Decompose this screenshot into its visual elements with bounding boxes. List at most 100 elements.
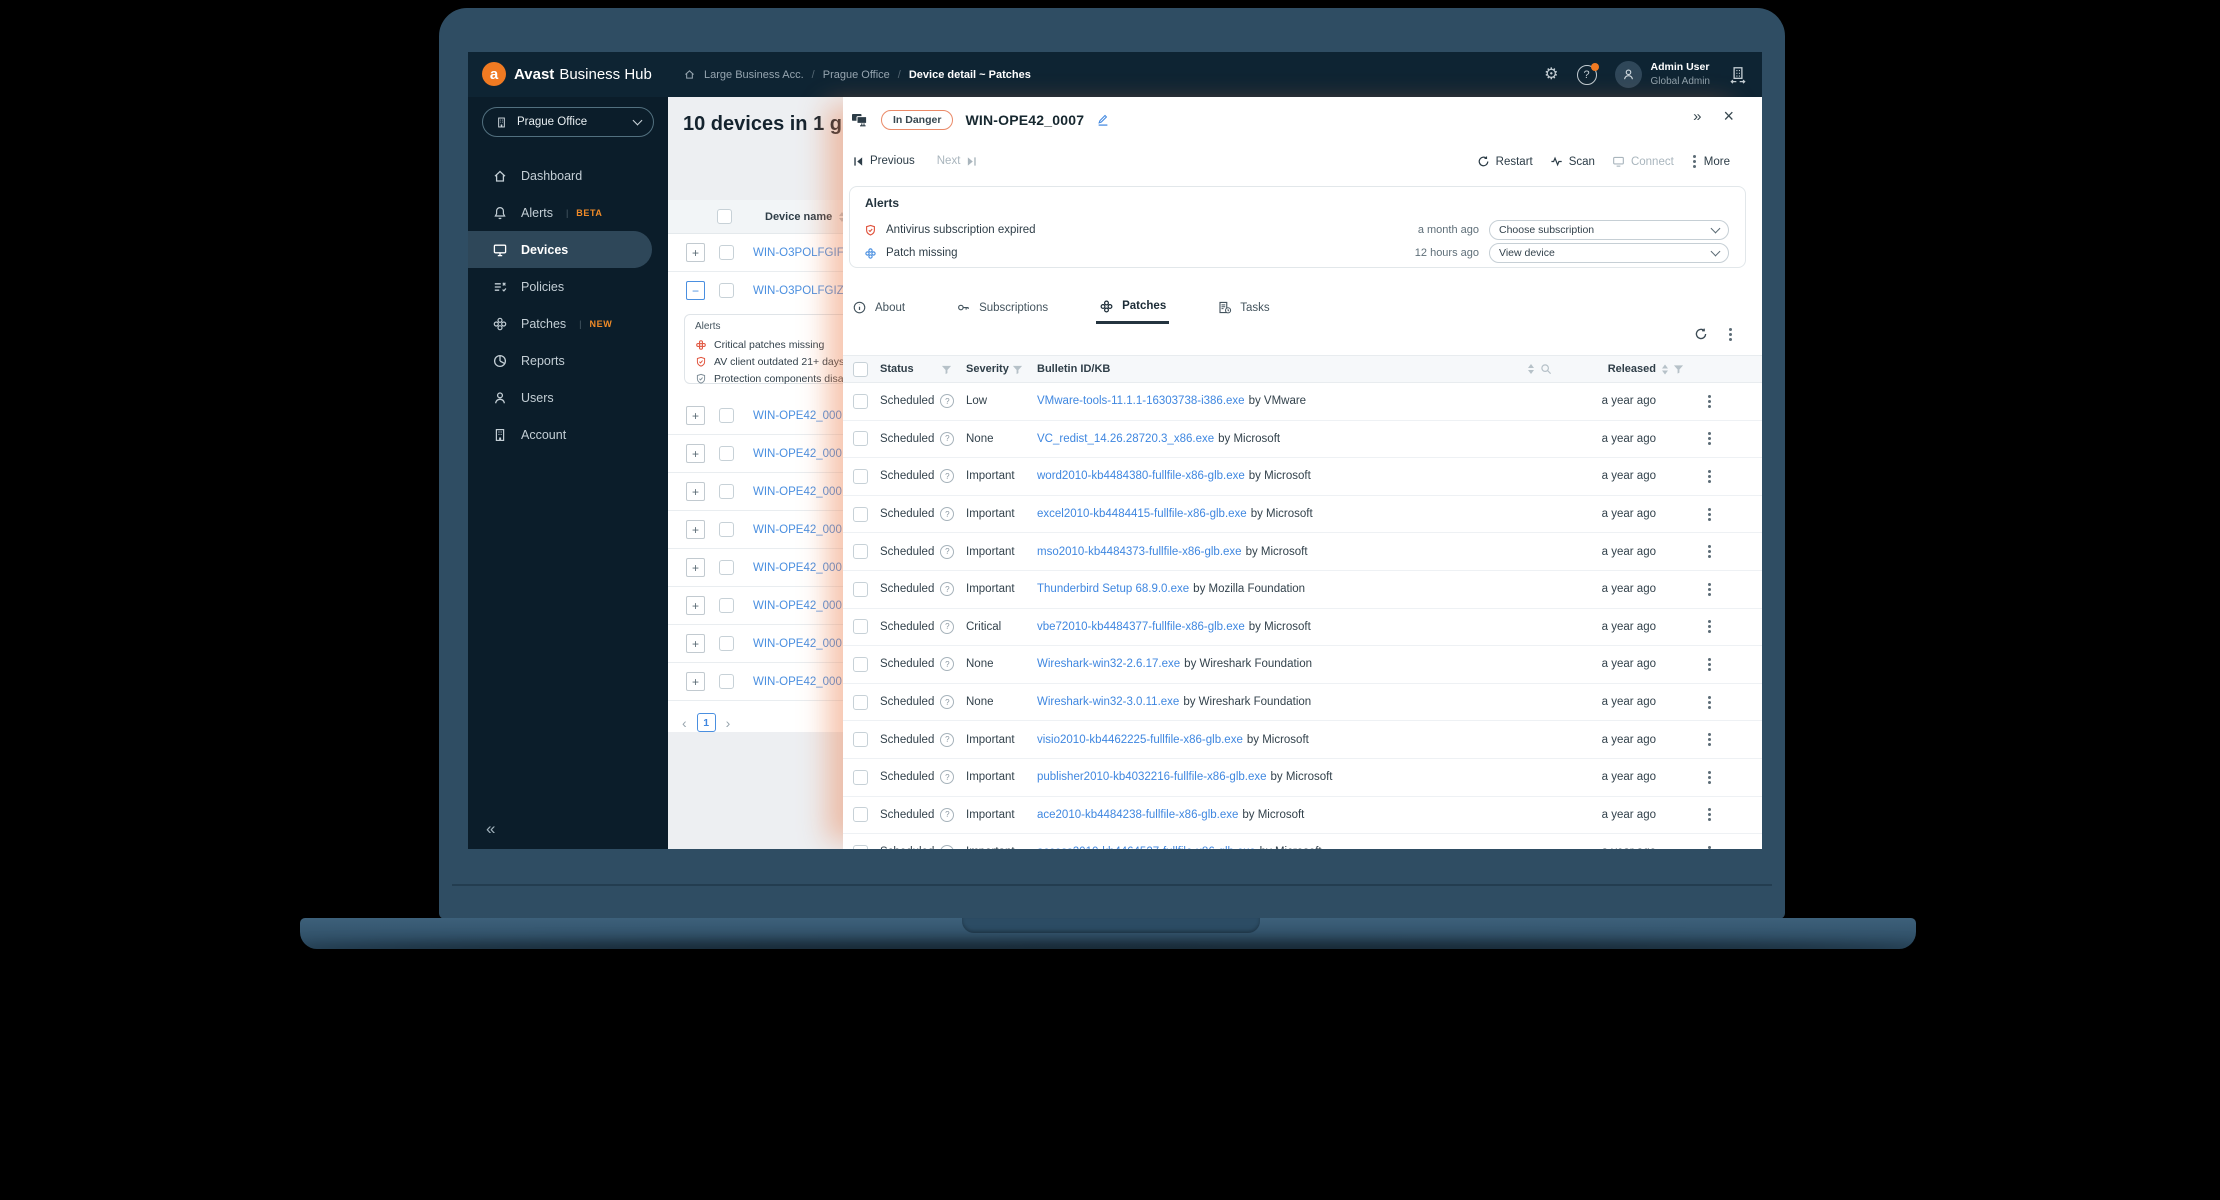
select-all-checkbox[interactable] (717, 209, 732, 224)
row-checkbox[interactable] (719, 598, 734, 613)
sidebar-item[interactable]: Reports (468, 342, 668, 379)
expand-button[interactable]: + (686, 444, 705, 463)
row-checkbox[interactable] (719, 446, 734, 461)
row-menu-icon[interactable] (1707, 587, 1711, 591)
device-link[interactable]: WIN-OPE42_000 (753, 562, 842, 574)
row-checkbox[interactable] (719, 636, 734, 651)
sidebar-item[interactable]: Policies (468, 268, 668, 305)
row-menu-icon[interactable] (1707, 474, 1711, 478)
row-checkbox[interactable] (853, 732, 868, 748)
row-checkbox[interactable] (853, 694, 868, 710)
device-link[interactable]: WIN-OPE42_000 (753, 600, 842, 612)
collapse-button[interactable]: − (686, 281, 705, 300)
row-checkbox[interactable] (853, 656, 868, 672)
patch-row[interactable]: Scheduled ? Important word2010-kb4484380… (843, 458, 1762, 496)
help-icon[interactable]: ? (1576, 62, 1599, 85)
row-checkbox[interactable] (719, 283, 734, 298)
company-switcher-icon[interactable] (1728, 65, 1748, 85)
bulletin-link[interactable]: visio2010-kb4462225-fullfile-x86-glb.exe (1037, 734, 1243, 746)
device-row[interactable]: + WIN-OPE42_000 (668, 435, 843, 473)
row-menu-icon[interactable] (1707, 775, 1711, 779)
search-icon[interactable] (1540, 363, 1552, 375)
table-menu-icon[interactable] (1729, 332, 1732, 336)
next-device-button[interactable]: Next (937, 155, 978, 167)
row-checkbox[interactable] (853, 431, 868, 447)
device-row[interactable]: + WIN-OPE42_000 (668, 625, 843, 663)
expand-button[interactable]: + (686, 672, 705, 691)
sidebar-item[interactable]: Alerts BETA (468, 194, 668, 231)
expand-button[interactable]: + (686, 558, 705, 577)
row-checkbox[interactable] (853, 506, 868, 522)
edit-icon[interactable] (1096, 113, 1110, 127)
patch-row[interactable]: Scheduled ? Low VMware-tools-11.1.1-1630… (843, 383, 1762, 421)
sidebar-item[interactable]: Dashboard (468, 157, 668, 194)
settings-gear-icon[interactable]: ⚙ (1544, 66, 1558, 83)
sidebar-item[interactable]: Account (468, 416, 668, 453)
expand-button[interactable]: + (686, 243, 705, 262)
released-column-header[interactable]: Released (1608, 363, 1656, 375)
prev-page-icon[interactable]: ‹ (682, 715, 687, 731)
connect-button[interactable]: Connect (1612, 155, 1674, 168)
device-name-column-header[interactable]: Device name (765, 211, 832, 223)
bulletin-link[interactable]: access2010-kb4464527-fullfile-x86-glb.ex… (1037, 846, 1256, 849)
row-checkbox[interactable] (719, 674, 734, 689)
tab[interactable]: Tasks (1214, 291, 1272, 324)
expand-button[interactable]: + (686, 482, 705, 501)
expand-button[interactable]: + (686, 634, 705, 653)
breadcrumb-item[interactable]: Prague Office (823, 69, 890, 81)
row-checkbox[interactable] (719, 245, 734, 260)
device-row[interactable]: + WIN-OPE42_000 (668, 397, 843, 435)
patch-row[interactable]: Scheduled ? None Wireshark-win32-3.0.11.… (843, 684, 1762, 722)
severity-column-header[interactable]: Severity (966, 363, 1009, 375)
row-menu-icon[interactable] (1707, 625, 1711, 629)
row-checkbox[interactable] (719, 560, 734, 575)
device-link[interactable]: WIN-OPE42_000 (753, 486, 842, 498)
device-row-expanded[interactable]: − WIN-O3POLFGIZ (668, 272, 843, 309)
close-icon[interactable]: × (1723, 107, 1734, 125)
device-link[interactable]: WIN-OPE42_000 (753, 638, 842, 650)
row-checkbox[interactable] (719, 484, 734, 499)
restart-button[interactable]: Restart (1477, 155, 1533, 168)
patch-row[interactable]: Scheduled ? None VC_redist_14.26.28720.3… (843, 421, 1762, 459)
row-checkbox[interactable] (853, 581, 868, 597)
row-checkbox[interactable] (853, 393, 868, 409)
tab[interactable]: Subscriptions (953, 291, 1051, 324)
patch-row[interactable]: Scheduled ? Important Thunderbird Setup … (843, 571, 1762, 609)
next-page-icon[interactable]: › (726, 715, 731, 731)
sort-icon[interactable] (1528, 364, 1534, 374)
scan-button[interactable]: Scan (1550, 155, 1595, 168)
sort-icon[interactable] (1662, 364, 1668, 374)
device-row[interactable]: + WIN-OPE42_000 (668, 663, 843, 701)
patch-row[interactable]: Scheduled ? None Wireshark-win32-2.6.17.… (843, 646, 1762, 684)
patch-row[interactable]: Scheduled ? Important access2010-kb44645… (843, 834, 1762, 849)
row-menu-icon[interactable] (1707, 399, 1711, 403)
select-all-checkbox[interactable] (853, 361, 868, 377)
patch-row[interactable]: Scheduled ? Important publisher2010-kb40… (843, 759, 1762, 797)
bulletin-link[interactable]: VMware-tools-11.1.1-16303738-i386.exe (1037, 395, 1245, 407)
row-checkbox[interactable] (853, 468, 868, 484)
device-link[interactable]: WIN-OPE42_000 (753, 676, 842, 688)
row-menu-icon[interactable] (1707, 550, 1711, 554)
bulletin-column-header[interactable]: Bulletin ID/KB (1037, 363, 1110, 375)
previous-device-button[interactable]: Previous (853, 155, 915, 167)
sidebar-item[interactable]: Users (468, 379, 668, 416)
row-menu-icon[interactable] (1707, 437, 1711, 441)
sidebar-item[interactable]: Devices (468, 231, 652, 268)
row-checkbox[interactable] (719, 522, 734, 537)
device-action-select[interactable]: View device (1489, 243, 1729, 263)
bulletin-link[interactable]: Thunderbird Setup 68.9.0.exe (1037, 583, 1189, 595)
device-link[interactable]: WIN-OPE42_000 (753, 524, 842, 536)
device-link[interactable]: WIN-OPE42_000 (753, 410, 842, 422)
filter-icon[interactable] (941, 364, 952, 375)
device-link[interactable]: WIN-OPE42_000 (753, 448, 842, 460)
page-number[interactable]: 1 (696, 713, 716, 732)
device-row[interactable]: + WIN-OPE42_000 (668, 473, 843, 511)
device-link[interactable]: WIN-O3POLFGIF (753, 247, 843, 259)
device-row[interactable]: + WIN-OPE42_000 (668, 511, 843, 549)
bulletin-link[interactable]: vbe72010-kb4484377-fullfile-x86-glb.exe (1037, 621, 1245, 633)
patch-row[interactable]: Scheduled ? Critical vbe72010-kb4484377-… (843, 609, 1762, 647)
bulletin-link[interactable]: publisher2010-kb4032216-fullfile-x86-glb… (1037, 771, 1267, 783)
bulletin-link[interactable]: Wireshark-win32-2.6.17.exe (1037, 658, 1180, 670)
row-checkbox[interactable] (719, 408, 734, 423)
bulletin-link[interactable]: Wireshark-win32-3.0.11.exe (1037, 696, 1179, 708)
